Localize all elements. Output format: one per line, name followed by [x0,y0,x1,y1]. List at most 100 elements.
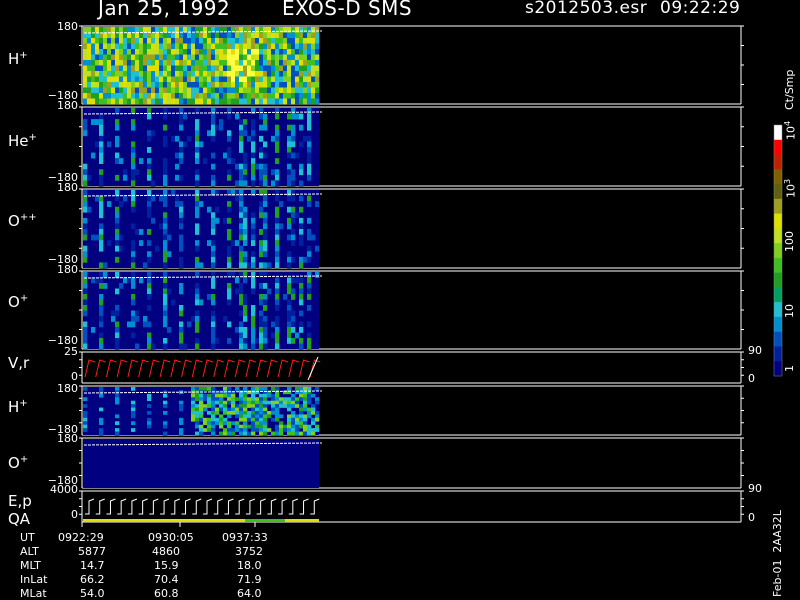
spectrogram-cell [199,32,204,39]
spectrogram-cell [263,305,268,311]
spectrogram-cell [191,417,196,422]
spectrogram-cell [159,82,164,88]
spectrogram-cell [263,217,268,224]
spectrogram-cell [219,424,224,429]
spectrogram-cell [227,32,232,39]
spectrogram-cell [227,71,232,77]
spectrogram-cell [307,87,312,94]
spectrogram-cell [163,411,168,415]
spectrogram-cell [211,338,216,344]
spectrogram-cell [311,32,316,39]
spectrogram-cell [303,414,308,419]
spectrogram-cell [195,119,200,126]
spectrogram-cell [163,38,168,44]
spectrogram-cell [311,428,316,432]
spectrogram-cell [235,49,240,55]
spectrogram-cell [179,119,184,126]
spectrogram-cell [287,321,292,328]
spectrogram-cell [251,158,256,165]
spectrogram-cell [179,43,184,50]
spectrogram-cell [191,82,196,88]
spectrogram-cell [147,332,152,339]
spectrogram-cell [179,283,184,289]
spectrogram-cell [123,49,128,55]
spectrogram-cell [239,390,244,395]
spectrogram-cell [179,206,184,213]
colorbar-segment [774,154,782,170]
spectrogram-cell [307,158,312,165]
spectrogram-cell [83,321,88,328]
spectrogram-cell [119,49,124,55]
spectrogram-cell [275,417,280,422]
spectrogram-cell [239,310,244,317]
spectrogram-cell [199,431,204,436]
spectrogram-cell [115,305,120,311]
spectrogram-cell [167,49,172,55]
spectrogram-cell [227,431,232,436]
spectrogram-cell [275,407,280,412]
spectrogram-cell [83,283,88,289]
spectrogram-cell [295,71,300,77]
spectrogram-cell [99,283,104,289]
spectrogram-cell [263,180,268,187]
spectrogram-cell [131,428,136,432]
spectrogram-cell [159,93,164,99]
spectrogram-cell [279,400,284,405]
spectrogram-cell [143,60,148,66]
spectrogram-cell [299,294,304,300]
spectrogram-cell [207,397,212,402]
spectrogram-cell [87,87,92,94]
spectrogram-cell [263,387,268,391]
spectrogram-cell [223,71,228,77]
spectrogram-cell [235,327,240,333]
spectrogram-cell [219,87,224,94]
spectrogram-cell [83,163,88,170]
spectrogram-cell [83,251,88,258]
spectrogram-cell [307,251,312,258]
spectrogram-cell [167,76,172,83]
spectrogram-cell [179,158,184,165]
spectrogram-cell [199,400,204,405]
spectrogram-cell [291,411,296,415]
spectrogram-cell [299,124,304,131]
spectrogram-cell [159,87,164,94]
spectrogram-cell [151,71,156,77]
spectrogram-cell [211,174,216,181]
spectrogram-cell [307,343,312,350]
spectrogram-cell [279,87,284,94]
spectrogram-cell [91,98,96,105]
spectrogram-cell [171,32,176,39]
spectrogram-cell [139,71,144,77]
spectrogram-cell [291,234,296,241]
spectrogram-cell [259,60,264,66]
spectrogram-cell [147,82,152,88]
spectrogram-cell [251,229,256,235]
spectrogram-cell [223,87,228,94]
spectrogram-cell [111,71,116,77]
spectrogram-cell [99,60,104,66]
spectrogram-cell [279,49,284,55]
spectrogram-cell [115,76,120,83]
spectrogram-cell [219,49,224,55]
spectrogram-cell [207,71,212,77]
spectrogram-cell [195,87,200,94]
spectrogram-cell [251,421,256,426]
spectrogram-cell [263,65,268,72]
panel-label-o-plus: O+ [8,293,29,311]
spectrogram-cell [287,283,292,289]
spectrogram-cell [291,93,296,99]
spectrogram-cell [303,135,308,142]
spectrogram-cell [95,141,100,148]
spectrogram-cell [235,43,240,50]
spectrogram-cell [263,316,268,322]
spectrogram-cell [227,147,232,153]
spectrogram-cell [303,93,308,99]
spectrogram-cell [111,98,116,105]
spectrogram-cell [163,299,168,306]
ytick-top: 180 [57,20,78,33]
spectrogram-cell [211,251,216,258]
spectrogram-cell [219,414,224,419]
spectrogram-cell [119,234,124,241]
spectrogram-cell [135,76,140,83]
colorbar-segment [774,257,782,274]
